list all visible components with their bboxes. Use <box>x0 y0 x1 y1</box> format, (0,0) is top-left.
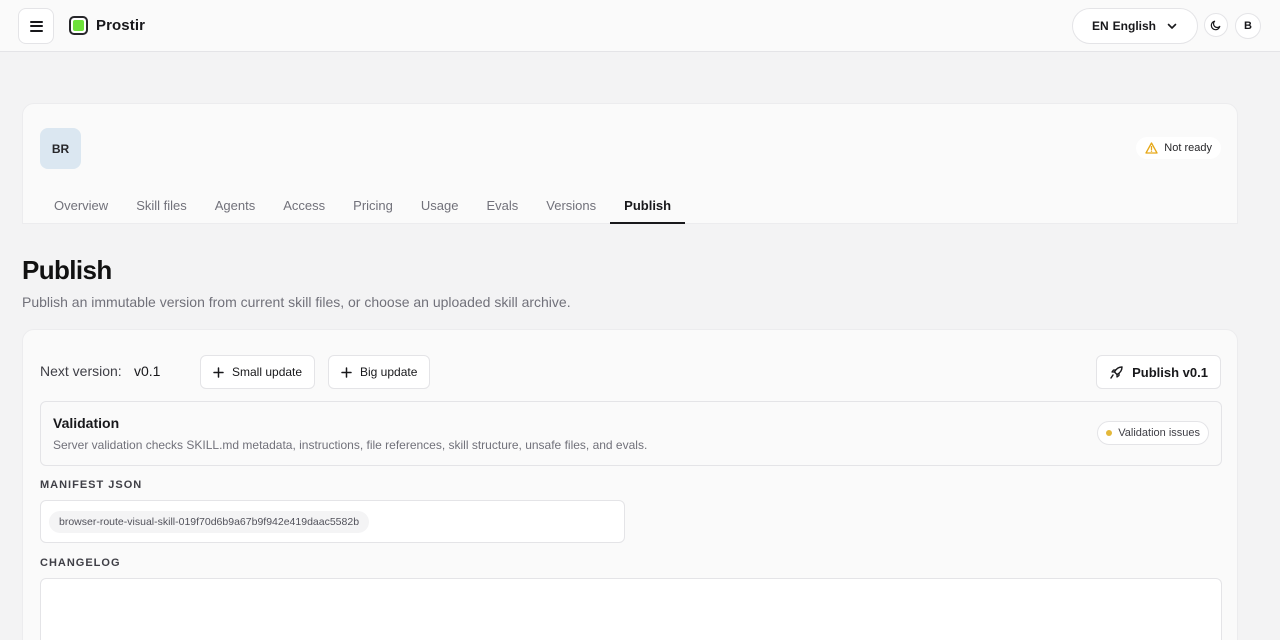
plus-icon <box>213 366 224 378</box>
readiness-status-badge: Not ready <box>1136 137 1221 159</box>
manifest-json-field[interactable]: browser-route-visual-skill-019f70d6b9a67… <box>40 500 625 543</box>
publish-button[interactable]: Publish v0.1 <box>1096 355 1221 389</box>
plus-icon <box>341 366 352 378</box>
changelog-label: CHANGELOG <box>40 557 121 569</box>
changelog-textarea[interactable] <box>40 578 1222 640</box>
tab-usage[interactable]: Usage <box>407 188 473 224</box>
warning-triangle-icon <box>1145 142 1158 154</box>
small-update-label: Small update <box>232 365 303 379</box>
user-avatar-button[interactable]: B <box>1235 13 1261 39</box>
chevron-down-icon <box>1167 23 1177 29</box>
top-bar: Prostir EN English B <box>0 0 1280 52</box>
tab-evals[interactable]: Evals <box>472 188 532 224</box>
publish-card: Next version: v0.1 Small update Big upda… <box>22 329 1238 640</box>
language-selector[interactable]: EN English <box>1072 8 1198 44</box>
big-update-label: Big update <box>360 365 418 379</box>
tab-overview[interactable]: Overview <box>40 188 122 224</box>
page-title: Publish <box>22 255 112 285</box>
brand-name: Prostir <box>96 17 146 34</box>
validation-title: Validation <box>53 415 120 431</box>
brand-logo-icon <box>69 16 88 35</box>
tab-versions[interactable]: Versions <box>532 188 610 224</box>
language-code: EN <box>1091 19 1109 33</box>
skill-avatar: BR <box>40 128 81 169</box>
next-version-label: Next version: <box>40 363 122 379</box>
validation-panel: Validation Server validation checks SKIL… <box>40 401 1222 466</box>
theme-toggle-button[interactable] <box>1204 13 1228 37</box>
tab-skill-files[interactable]: Skill files <box>122 188 201 224</box>
publish-button-label: Publish v0.1 <box>1132 364 1208 380</box>
brand[interactable]: Prostir <box>69 16 145 35</box>
readiness-status-label: Not ready <box>1164 142 1212 154</box>
skill-tabs: Overview Skill files Agents Access Prici… <box>40 188 686 224</box>
rocket-icon <box>1110 365 1123 379</box>
hamburger-icon <box>29 20 43 32</box>
tab-access[interactable]: Access <box>269 188 339 224</box>
validation-status-label: Validation issues <box>1118 427 1200 439</box>
manifest-label: MANIFEST JSON <box>40 479 143 491</box>
next-version-value: v0.1 <box>134 363 161 379</box>
moon-icon <box>1210 20 1221 31</box>
status-dot-icon <box>1106 430 1113 436</box>
tab-agents[interactable]: Agents <box>201 188 269 224</box>
validation-description: Server validation checks SKILL.md metada… <box>53 438 648 452</box>
manifest-chip[interactable]: browser-route-visual-skill-019f70d6b9a67… <box>49 511 370 533</box>
validation-status-badge: Validation issues <box>1097 421 1209 445</box>
small-update-button[interactable]: Small update <box>200 355 316 389</box>
language-name: English <box>1112 19 1156 33</box>
menu-button[interactable] <box>18 8 54 44</box>
big-update-button[interactable]: Big update <box>328 355 431 389</box>
tab-publish[interactable]: Publish <box>610 188 686 224</box>
skill-header-card: BR Not ready Overview Skill files Agents… <box>22 103 1238 224</box>
tab-pricing[interactable]: Pricing <box>339 188 407 224</box>
page-subtitle: Publish an immutable version from curren… <box>22 294 571 310</box>
